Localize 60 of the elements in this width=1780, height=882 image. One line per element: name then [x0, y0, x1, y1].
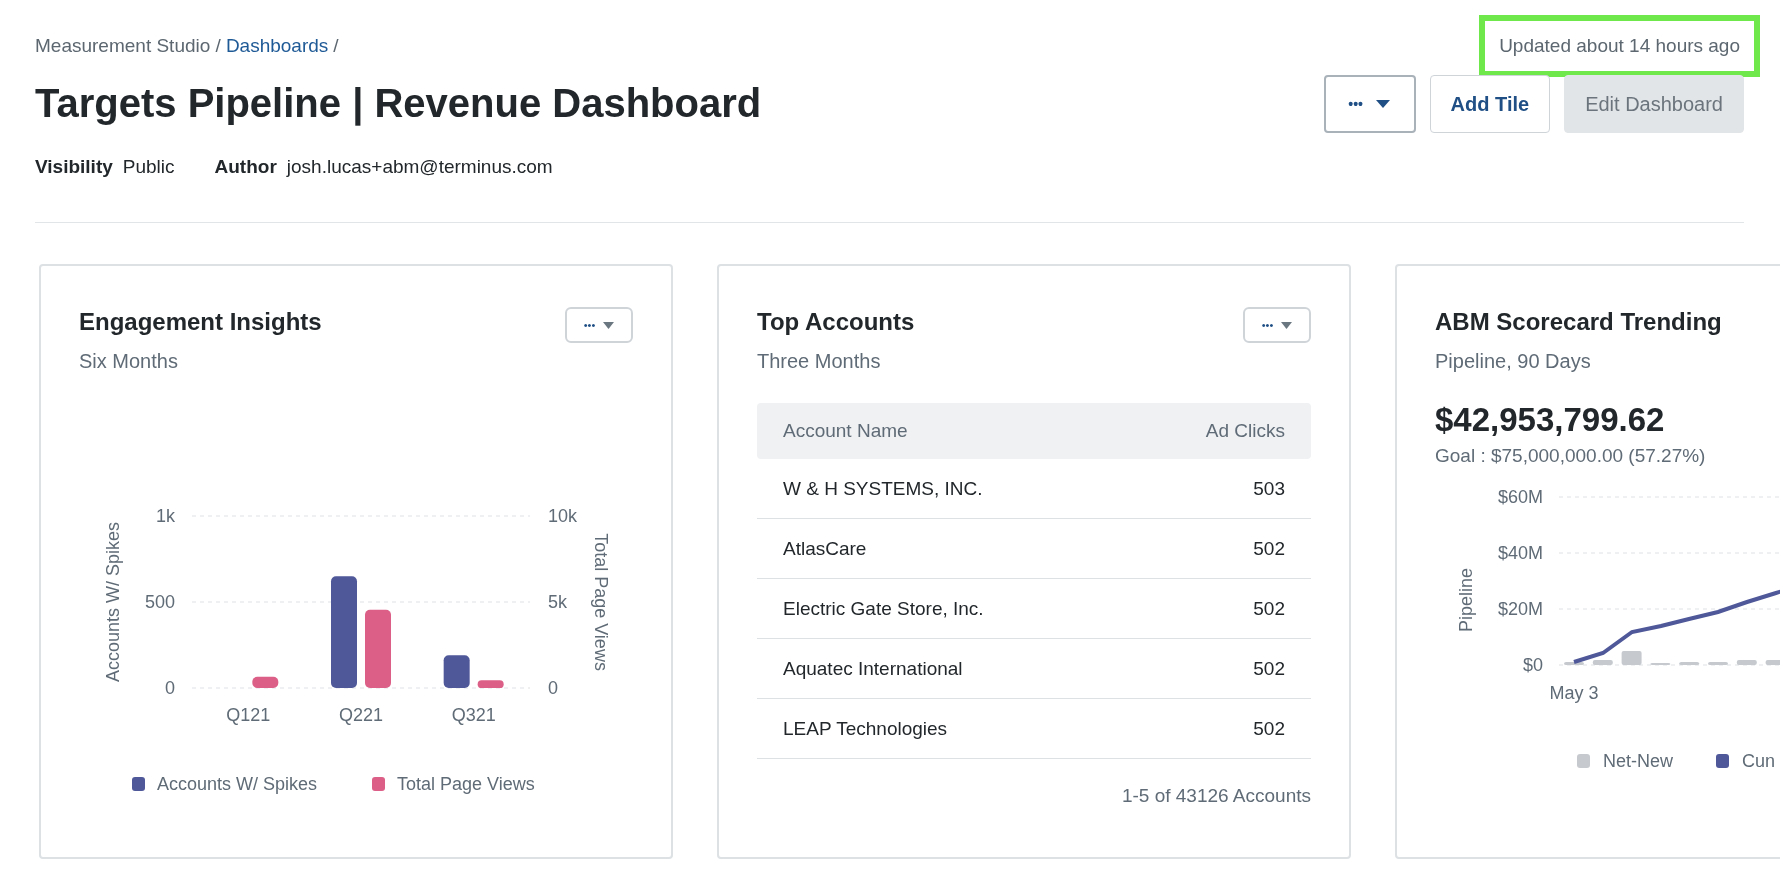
table-cell: Aquatec International [783, 657, 963, 680]
column-header: Account Name [783, 420, 908, 442]
goal-text: Goal : $75,000,000.00 (57.27%) [1435, 445, 1707, 467]
axis-tick-label: 1k [156, 506, 175, 526]
breadcrumb-text: Measurement Studio / [35, 35, 221, 57]
caret-icon [1374, 99, 1391, 109]
table-cell: 502 [1253, 717, 1285, 740]
table-cell: 502 [1253, 657, 1285, 680]
meta-value: Public [122, 156, 175, 178]
axis-tick-label: Q221 [339, 705, 383, 725]
axis-tick-label: 0 [165, 678, 175, 698]
axis-title: Pipeline [1456, 568, 1476, 632]
axis-tick-label: Q121 [226, 705, 271, 725]
table-cell: 502 [1253, 597, 1285, 620]
legend-label: Accounts W/ Spikes [157, 774, 318, 794]
axis-tick-label: $20M [1497, 599, 1543, 619]
axis-title: Total Page Views [591, 533, 611, 671]
legend-label: Net-New [1603, 751, 1673, 771]
tile-menu-button[interactable]: ••• [565, 307, 633, 343]
tile-subtitle: Six Months [79, 350, 179, 373]
tile-title: ABM Scorecard Trending [1435, 308, 1722, 336]
breadcrumb-link[interactable]: Dashboards [225, 35, 329, 57]
axis-tick-label: $60M [1497, 487, 1543, 507]
legend-label: Cun [1742, 751, 1776, 771]
table-cell: 502 [1253, 537, 1285, 560]
caret-icon [603, 321, 615, 329]
tile-subtitle: Pipeline, 90 Days [1435, 350, 1592, 373]
pipeline-value: $42,953,799.62 [1435, 401, 1666, 439]
chart-bar [477, 680, 504, 688]
chart-bar [252, 676, 279, 688]
axis-tick-label: 10k [548, 506, 578, 526]
meta-label: Visibility [35, 156, 113, 178]
tile-menu-button[interactable]: ••• [1243, 307, 1311, 343]
tile-title: Engagement Insights [79, 308, 322, 336]
pagination-text: 1-5 of 43126 Accounts [1121, 785, 1311, 807]
axis-tick-label: May 3 [1549, 683, 1599, 703]
chart-bar [443, 655, 470, 688]
table-cell: Electric Gate Store, Inc. [783, 597, 984, 620]
add-tile-button[interactable]: Add Tile [1429, 75, 1551, 133]
breadcrumb-separator: / [333, 35, 339, 57]
axis-tick-label: $0 [1522, 655, 1543, 675]
axis-tick-label: 5k [548, 592, 567, 612]
dashboard-title: Targets Pipeline | Revenue Dashboard [35, 80, 762, 126]
table-cell: AtlasCare [783, 537, 867, 560]
caret-icon [1281, 321, 1293, 329]
more-menu-button[interactable]: ••• [1323, 75, 1416, 133]
tile-title: Top Accounts [757, 308, 915, 336]
table-cell: W & H SYSTEMS, INC. [783, 477, 983, 500]
column-header: Ad Clicks [1205, 420, 1285, 442]
axis-tick-label: Q321 [451, 705, 496, 725]
tile-subtitle: Three Months [757, 350, 882, 373]
meta-label: Author [214, 156, 277, 178]
table-cell: LEAP Technologies [783, 717, 948, 740]
meta-value: josh.lucas+abm@terminus.com [286, 156, 553, 178]
table-cell: 503 [1253, 477, 1285, 500]
axis-tick-label: $40M [1497, 543, 1543, 563]
axis-tick-label: 0 [548, 678, 558, 698]
axis-title: Accounts W/ Spikes [103, 521, 123, 683]
axis-tick-label: 500 [144, 592, 175, 612]
legend-label: Total Page Views [397, 774, 535, 794]
